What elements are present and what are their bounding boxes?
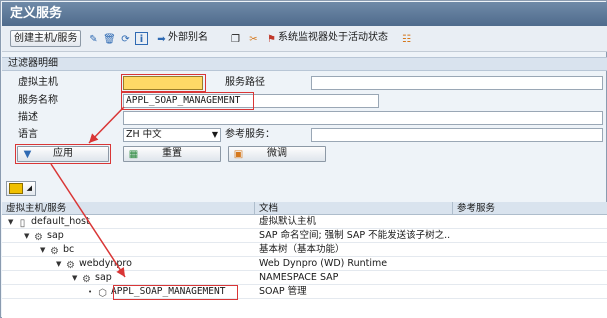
annotation-arrows: [50, 106, 126, 278]
arrow-to-result: [50, 163, 126, 278]
arrow-to-apply: [88, 106, 125, 144]
window-frame: 定义服务 创建主机/服务 ✎ 🗑 ⟳ i ➡ 外部别名 ❐ ✂ ⚑ 系统监视器处于活…: [0, 0, 607, 318]
